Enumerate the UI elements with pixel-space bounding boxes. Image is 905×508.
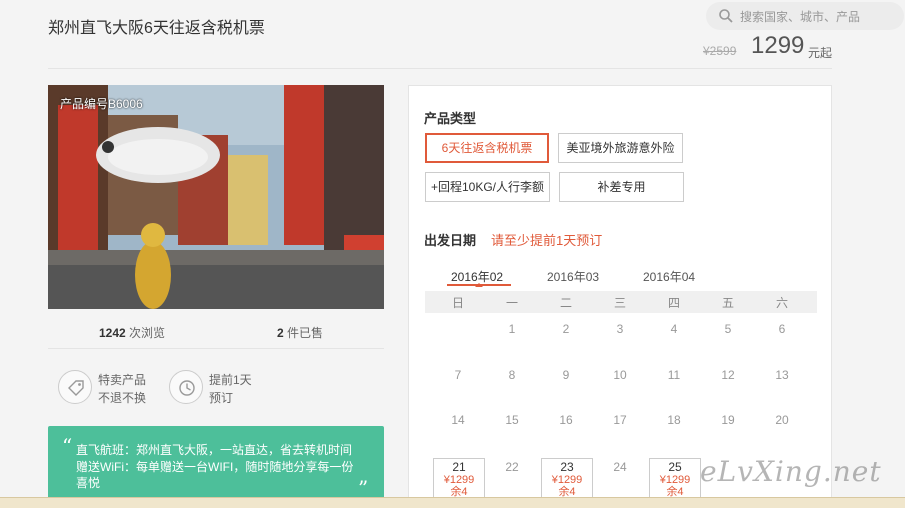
calendar-day: 2 [562, 322, 570, 336]
product-type-label: 产品类型 [424, 111, 477, 126]
clock-icon [169, 370, 203, 404]
calendar-day: 7 [454, 368, 462, 382]
product-stats: 1242 次浏览 2 件已售 [48, 322, 384, 342]
weekday: 二 [559, 296, 572, 310]
search-icon [719, 9, 733, 23]
highlight-line: 赠送WiFi：每单赠送一台WIFI，随时随地分享每一份 [76, 460, 354, 474]
day-number: 23 [560, 460, 574, 474]
option-return-ticket[interactable]: 6天往返含税机票 [425, 133, 549, 163]
weekday: 三 [613, 296, 626, 310]
weekday: 六 [775, 296, 788, 310]
calendar-day: 20 [775, 413, 789, 427]
option-travel-insurance[interactable]: 美亚境外旅游意外险 [558, 133, 683, 163]
weekday: 四 [667, 296, 680, 310]
calendar-day: 8 [508, 368, 516, 382]
booking-hint: 请至少提前1天预订 [491, 233, 603, 248]
original-price: ¥2599 [703, 44, 737, 58]
calendar-day: 10 [613, 368, 627, 382]
calendar-day: 18 [667, 413, 681, 427]
departure-date-label: 出发日期 [424, 233, 477, 248]
day-number: 21 [452, 460, 466, 474]
caret-up-icon [475, 283, 483, 287]
calendar-day-available[interactable]: 21 ¥1299 余4 [433, 458, 485, 502]
views-stat: 1242 次浏览 [99, 324, 165, 341]
day-price: ¥1299 [443, 474, 475, 486]
quote-close-icon: ” [358, 476, 369, 500]
calendar-day: 3 [616, 322, 624, 336]
feature-line2: 不退不换 [98, 391, 147, 405]
calendar-day: 6 [778, 322, 786, 336]
calendar-day-available[interactable]: 25 ¥1299 余4 [649, 458, 701, 502]
calendar-day: 4 [670, 322, 678, 336]
search-box[interactable]: 搜索国家、城市、产品 [706, 2, 904, 30]
calendar-day: 16 [559, 413, 573, 427]
highlight-line: 直飞航班：郑州直飞大阪，一站直达，省去转机时间 [76, 443, 353, 457]
month-tab-mar[interactable]: 2016年03 [547, 268, 599, 285]
price-unit: 元起 [808, 46, 833, 60]
views-count: 1242 [99, 326, 126, 340]
calendar-day: 15 [505, 413, 519, 427]
booking-panel: 产品类型 6天往返含税机票 美亚境外旅游意外险 +回程10KG/人行李额 补差专… [408, 85, 832, 508]
feature-line1: 特卖产品 [98, 373, 147, 387]
sold-stat: 2 件已售 [277, 324, 323, 341]
calendar-day: 14 [451, 413, 465, 427]
highlights-box: “ 直飞航班：郑州直飞大阪，一站直达，省去转机时间 赠送WiFi：每单赠送一台W… [48, 426, 384, 508]
product-photo: 产品编号B6006 [48, 85, 384, 309]
views-label: 次浏览 [129, 326, 166, 340]
weekday: 五 [721, 296, 734, 310]
watermark: eLvXing.net [700, 455, 882, 488]
calendar-day: 9 [562, 368, 570, 382]
weekday: 一 [505, 296, 518, 310]
feature-line1: 提前1天 [209, 373, 252, 387]
current-price: 1299 [751, 32, 805, 59]
option-surcharge[interactable]: 补差专用 [559, 172, 684, 202]
divider [48, 348, 384, 349]
calendar-day-available[interactable]: 23 ¥1299 余4 [541, 458, 593, 502]
quote-open-icon: “ [62, 434, 73, 458]
sold-label: 件已售 [287, 326, 324, 340]
calendar-day: 22 [505, 460, 519, 474]
feature-line2: 预订 [209, 391, 234, 405]
calendar-day: 24 [613, 460, 627, 474]
day-price: ¥1299 [659, 474, 691, 486]
calendar-day: 12 [721, 368, 735, 382]
day-price: ¥1299 [551, 474, 583, 486]
weekday-header: 日 一 二 三 四 五 六 [425, 291, 817, 313]
tag-icon [58, 370, 92, 404]
page-title: 郑州直飞大阪6天往返含税机票 [48, 20, 265, 37]
highlight-line: 喜悦 [76, 476, 101, 490]
weekday: 日 [451, 296, 464, 310]
search-input[interactable]: 搜索国家、城市、产品 [740, 8, 860, 25]
calendar-day: 1 [508, 322, 516, 336]
month-tab-apr[interactable]: 2016年04 [643, 268, 695, 285]
product-code: 产品编号B6006 [60, 97, 143, 111]
calendar-day: 5 [724, 322, 732, 336]
day-number: 25 [668, 460, 682, 474]
calendar-day: 19 [721, 413, 735, 427]
option-extra-baggage[interactable]: +回程10KG/人行李额 [425, 172, 550, 202]
calendar-day: 17 [613, 413, 627, 427]
browser-status-bar [0, 497, 905, 508]
calendar-day: 11 [667, 368, 681, 382]
calendar-day: 13 [775, 368, 789, 382]
divider [48, 68, 832, 69]
sold-count: 2 [277, 326, 284, 340]
